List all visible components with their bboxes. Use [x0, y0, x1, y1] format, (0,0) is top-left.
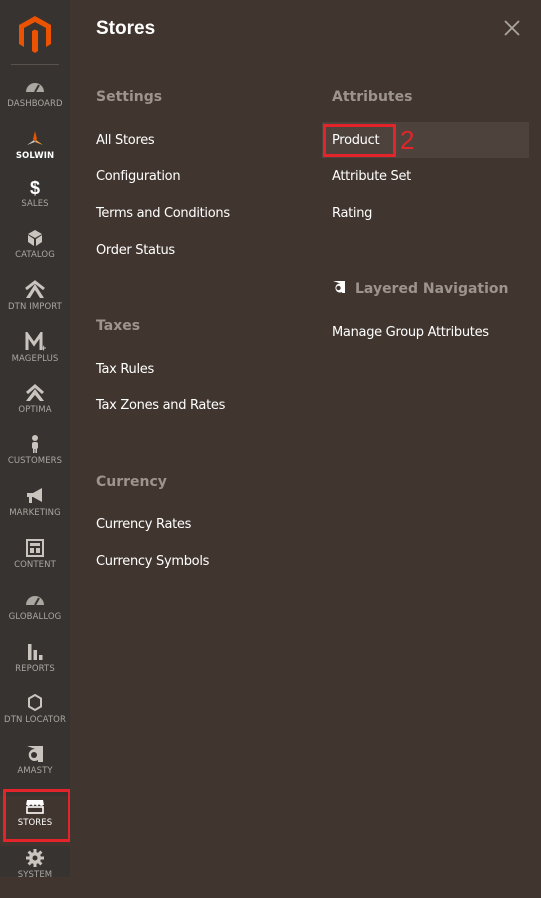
nav-label: DTN IMPORT [8, 302, 62, 312]
dashboard-icon [26, 83, 44, 93]
nav-sales[interactable]: $ SALES [0, 177, 70, 227]
section-heading-layered-navigation: Layered Navigation [355, 281, 509, 297]
nav-label: AMASTY [17, 766, 53, 776]
nav-dtn-locator[interactable]: DTN LOCATOR [0, 693, 70, 743]
solwin-icon [27, 131, 43, 145]
annotation-box-stores [3, 789, 71, 842]
dollar-icon: $ [30, 178, 40, 197]
dtn-import-icon [25, 280, 45, 298]
logo-divider [11, 64, 59, 65]
nav-label: CATALOG [15, 250, 55, 260]
nav-mageplus[interactable]: + MAGEPLUS [0, 332, 70, 382]
nav-label: MAGEPLUS [11, 354, 59, 364]
link-terms-and-conditions[interactable]: Terms and Conditions [96, 206, 230, 221]
nav-system[interactable]: SYSTEM [0, 848, 70, 898]
nav-catalog[interactable]: CATALOG [0, 228, 70, 278]
nav-label: GLOBALLOG [8, 612, 62, 622]
nav-solwin[interactable]: SOLWIN [0, 129, 70, 179]
gear-icon [26, 849, 44, 867]
svg-text:+: + [41, 343, 46, 352]
mageplus-icon: + [25, 332, 46, 352]
nav-marketing[interactable]: MARKETING [0, 486, 70, 536]
nav-reports[interactable]: REPORTS [0, 642, 70, 692]
link-order-status[interactable]: Order Status [96, 243, 175, 258]
amasty-icon [333, 281, 345, 293]
nav-label: REPORTS [15, 664, 55, 674]
nav-label: DASHBOARD [7, 99, 63, 109]
person-icon [32, 435, 38, 453]
nav-label: DTN LOCATOR [4, 715, 66, 725]
link-rating[interactable]: Rating [332, 206, 372, 221]
nav-customers[interactable]: CUSTOMERS [0, 434, 70, 484]
optima-icon [26, 384, 44, 401]
nav-amasty[interactable]: AMASTY [0, 744, 70, 794]
amasty-icon [27, 746, 43, 762]
section-heading-settings: Settings [96, 89, 163, 105]
megaphone-icon [27, 488, 42, 503]
nav-label: OPTIMA [18, 405, 52, 415]
nav-label: CONTENT [14, 560, 56, 570]
link-currency-rates[interactable]: Currency Rates [96, 517, 191, 532]
svg-text:$: $ [30, 178, 40, 197]
section-heading-attributes: Attributes [332, 89, 413, 105]
nav-label: SYSTEM [17, 870, 53, 880]
admin-sidebar: DASHBOARD SOLWIN $ SALES CATALOG DTN IMP… [0, 0, 70, 880]
hexagon-icon [28, 693, 42, 712]
link-configuration[interactable]: Configuration [96, 169, 181, 184]
bar-chart-icon [28, 644, 43, 660]
section-heading-taxes: Taxes [96, 318, 141, 334]
gauge-icon [26, 596, 44, 606]
nav-label: SALES [21, 199, 49, 209]
link-manage-group-attributes[interactable]: Manage Group Attributes [332, 325, 489, 340]
nav-label: MARKETING [9, 508, 61, 518]
close-icon[interactable] [503, 19, 521, 37]
annotation-number-2: 2 [400, 125, 415, 155]
link-currency-symbols[interactable]: Currency Symbols [96, 554, 209, 569]
section-heading-currency: Currency [96, 474, 167, 490]
nav-dtn-import[interactable]: DTN IMPORT [0, 280, 70, 330]
link-attribute-set[interactable]: Attribute Set [332, 169, 411, 184]
page-title: Stores [96, 18, 156, 39]
link-all-stores[interactable]: All Stores [96, 133, 155, 148]
layout-icon [26, 539, 44, 557]
nav-globallog[interactable]: GLOBALLOG [0, 590, 70, 640]
annotation-box-product [323, 124, 396, 157]
link-tax-rules[interactable]: Tax Rules [96, 362, 154, 377]
magento-logo-icon[interactable] [17, 15, 53, 53]
nav-content[interactable]: CONTENT [0, 538, 70, 588]
nav-optima[interactable]: OPTIMA [0, 383, 70, 433]
nav-label: SOLWIN [15, 151, 55, 161]
box-icon [28, 230, 42, 246]
link-tax-zones-and-rates[interactable]: Tax Zones and Rates [96, 398, 225, 413]
nav-label: CUSTOMERS [7, 456, 63, 466]
nav-dashboard[interactable]: DASHBOARD [0, 77, 70, 127]
